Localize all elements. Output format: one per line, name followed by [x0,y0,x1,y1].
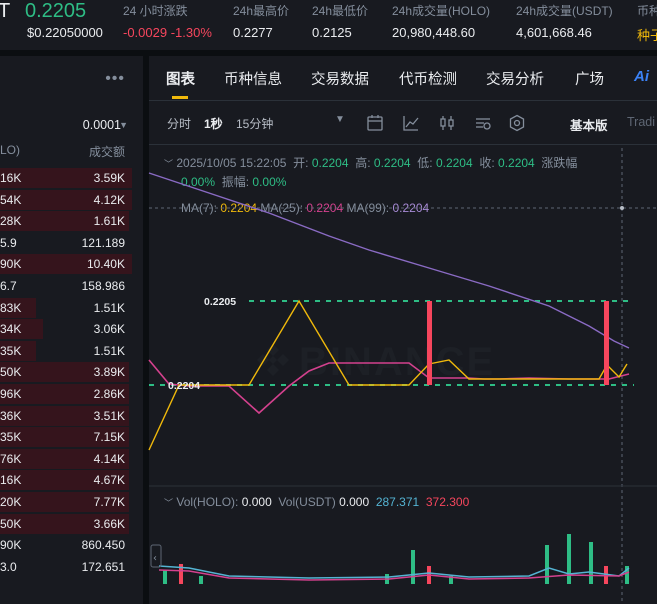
stat-low-label: 24h最低价 [312,4,369,18]
order-book-row[interactable]: 35K 7.15K [0,427,143,448]
vol-usdt-value: 0.000 [339,495,370,509]
order-book-row[interactable]: 6.7 158.986 [0,276,143,297]
row-amount: 16K [0,473,22,488]
row-amount: 34K [0,322,22,337]
order-book-row[interactable]: 54K 4.12K [0,189,143,211]
crosshair-dot [620,206,624,210]
price-label-high: 0.2205 [204,296,237,308]
stat-high-label: 24h最高价 [233,4,290,18]
order-book-row[interactable]: 96K 2.86K [0,384,143,405]
row-amount: 50K [0,516,22,531]
order-book-row[interactable]: 20K 7.77K [0,492,143,513]
order-book-row[interactable]: 35K 1.51K [0,340,143,362]
row-total: 2.86K [93,387,125,401]
row-amount: 83K [0,300,22,315]
row-total: 1.51K [93,343,125,358]
chart-panel: 图表 币种信息 交易数据 代币检测 交易分析 广场 Ai 分时 1秒 15分钟 … [148,56,657,604]
row-total: 7.15K [93,430,125,445]
more-dots-icon[interactable]: ••• [105,70,125,88]
candle-red-1 [427,301,432,385]
stat-low-value: 0.2125 [312,25,352,40]
row-total: 121.189 [81,235,125,250]
order-book-row[interactable]: 83K 1.51K [0,297,143,319]
row-amount: 90K [0,538,22,553]
ma7-line [148,299,628,451]
row-total: 158.986 [81,279,125,293]
order-book-row[interactable]: 90K 10.40K [0,254,143,275]
vol-usdt-label: Vol(USDT) [278,495,336,509]
vol-holo-value: 0.000 [241,495,272,509]
order-book-row[interactable]: 28K 1.61K [0,211,143,232]
order-book-row[interactable]: 36K 3.51K [0,405,143,427]
last-price-usd: $0.22050000 [27,25,103,40]
stat-high-value: 0.2277 [233,25,273,40]
vol-ma2-value: 372.300 [425,495,470,509]
order-book-row[interactable]: 5.9 121.189 [0,233,143,254]
candle-red-2 [604,301,609,385]
row-total: 4.12K [93,192,125,207]
row-total: 3.89K [93,365,125,380]
price-label-low: 0.2204 [168,380,201,392]
row-amount: 20K [0,495,22,509]
row-total: 860.450 [81,538,125,553]
row-amount: 36K [0,408,22,423]
row-amount: 28K [0,214,22,229]
collapse-chevron-icon[interactable]: ﹀ [164,498,173,508]
row-total: 3.66K [93,516,125,531]
symbol-name[interactable]: T [0,0,10,23]
order-book-row[interactable]: 34K 3.06K [0,319,143,340]
row-total: 4.67K [93,473,125,488]
stat-vol-quote-label: 24h成交量(USDT) [516,4,613,18]
stat-token-tag[interactable]: 种子 [637,25,657,44]
chevron-down-icon[interactable]: ▼ [119,120,128,130]
row-amount: 35K [0,343,22,358]
chevron-left-icon: ‹ [153,553,157,564]
row-amount: 35K [0,430,22,445]
row-total: 3.06K [93,322,125,337]
row-total: 1.51K [93,300,125,315]
row-total: 7.77K [93,495,125,509]
stat-vol-base-label: 24h成交量(HOLO) [392,4,491,18]
stat-change-label: 24 小时涨跌 [123,4,188,18]
row-amount: 3.0 [0,559,17,574]
volume-legend: ﹀ Vol(HOLO): 0.000 Vol(USDT) 0.000 287.3… [164,495,469,509]
row-amount: 76K [0,451,22,466]
stat-vol-quote-value: 4,601,668.46 [516,25,592,40]
row-amount: 6.7 [0,279,17,293]
row-total: 172.651 [81,559,125,574]
last-price: 0.2205 [25,0,87,22]
order-book-row[interactable]: 50K 3.66K [0,513,143,535]
ma99-line [148,172,630,349]
row-amount: 16K [0,171,22,185]
row-total: 4.14K [93,451,125,466]
row-total: 3.51K [93,408,125,423]
order-book-row[interactable]: 16K 4.67K [0,470,143,491]
order-book-row[interactable]: 76K 4.14K [0,448,143,470]
ma25-line [148,359,630,415]
row-amount: 96K [0,387,22,401]
stat-vol-base-value: 20,980,448.60 [392,25,476,40]
order-book-row[interactable]: 50K 3.89K [0,362,143,383]
vol-ma1-value: 287.371 [375,495,420,509]
col-amount-header: LO) [0,143,21,157]
vol-holo-label: Vol(HOLO): [176,495,239,509]
ticker-bar: T 0.2205 $0.22050000 24 小时涨跌 -0.0029 -1.… [0,0,657,50]
row-amount: 90K [0,257,22,272]
order-book-row[interactable]: 90K 860.450 [0,535,143,556]
order-book-row[interactable]: 16K 3.59K [0,168,143,189]
stat-change-value: -0.0029 -1.30% [123,25,212,40]
col-total-header: 成交额 [88,145,125,159]
price-chart[interactable]: ‹ [148,56,657,604]
row-total: 3.59K [93,171,125,185]
row-total: 10.40K [86,257,125,272]
stat-token-label: 币种 [637,4,657,18]
row-amount: 54K [0,192,22,207]
row-amount: 50K [0,365,22,380]
row-total: 1.61K [93,214,125,229]
order-book: ••• 0.0001 ▼ LO) 成交额 16K 3.59K 54K 4.12K 28K… [0,56,143,604]
row-amount: 5.9 [0,235,17,250]
precision-select[interactable]: 0.0001 [83,118,121,132]
order-book-row[interactable]: 3.0 172.651 [0,557,143,578]
